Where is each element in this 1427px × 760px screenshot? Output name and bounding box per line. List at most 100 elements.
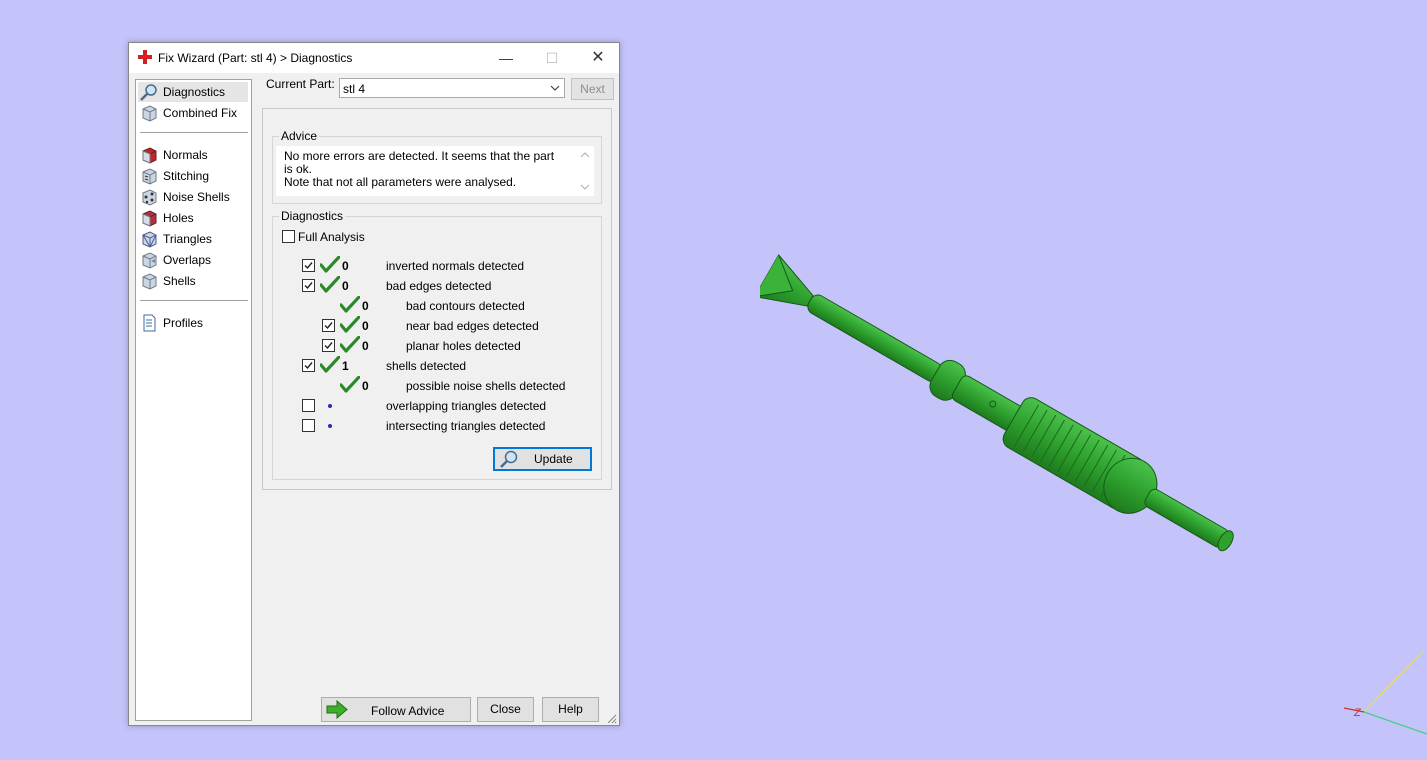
ok-check-icon — [320, 256, 340, 273]
sidebar-item-profiles[interactable]: Profiles — [138, 313, 248, 333]
pending-dot-icon — [328, 424, 332, 428]
checkmark-icon — [324, 342, 333, 350]
diagnostic-checkbox[interactable] — [302, 399, 315, 412]
document-icon — [143, 314, 156, 332]
diagnostic-label: bad edges detected — [386, 279, 492, 293]
maximize-button[interactable]: ☐ — [529, 43, 575, 73]
sidebar-item-label: Combined Fix — [163, 106, 238, 120]
close-window-button[interactable]: ✕ — [575, 43, 621, 73]
diagnostic-checkbox[interactable] — [322, 339, 335, 352]
full-analysis-checkbox[interactable] — [282, 230, 295, 243]
diagnostic-checkbox[interactable] — [302, 419, 315, 432]
advice-group-title: Advice — [279, 129, 320, 143]
sidebar-item-stitching[interactable]: Stitching — [138, 166, 248, 186]
ok-check-icon — [340, 336, 360, 353]
follow-advice-button[interactable]: Follow Advice — [321, 697, 471, 722]
ok-check-icon — [340, 376, 360, 393]
magnifier-icon — [140, 84, 157, 101]
sidebar-item-label: Normals — [163, 148, 208, 162]
diagnostic-checkbox[interactable] — [322, 319, 335, 332]
sidebar-item-label: Triangles — [163, 232, 212, 246]
update-button[interactable]: Update — [493, 447, 592, 471]
sidebar-item-label: Stitching — [163, 169, 210, 183]
title-bar[interactable]: Fix Wizard (Part: stl 4) > Diagnostics —… — [129, 43, 619, 73]
next-button[interactable]: Next — [571, 78, 614, 100]
minimize-button[interactable]: — — [483, 43, 529, 73]
green-arrow-icon — [326, 700, 348, 719]
noise-shells-icon — [142, 189, 157, 206]
sidebar-item-noise-shells[interactable]: Noise Shells — [138, 187, 248, 207]
diagnostic-label: bad contours detected — [406, 299, 525, 313]
red-cross-icon — [138, 50, 152, 64]
sidebar-item-normals[interactable]: Normals — [138, 145, 248, 165]
resize-grip-icon[interactable] — [607, 714, 617, 724]
overlaps-cube-icon — [142, 252, 157, 269]
sidebar-item-label: Holes — [163, 211, 194, 225]
3d-model-part — [760, 254, 1234, 552]
diagnostic-count: 0 — [362, 299, 369, 313]
checkmark-icon — [304, 262, 313, 270]
diagnostic-count: 0 — [362, 319, 369, 333]
holes-cube-icon — [142, 210, 157, 227]
sidebar-item-holes[interactable]: Holes — [138, 208, 248, 228]
diagnostic-label: overlapping triangles detected — [386, 399, 547, 413]
stitching-cube-icon — [142, 168, 157, 185]
current-part-select[interactable]: stl 4 — [339, 78, 565, 98]
3d-model-view[interactable] — [760, 240, 1320, 580]
sidebar-item-overlaps[interactable]: Overlaps — [138, 250, 248, 270]
diagnostic-checkbox[interactable] — [302, 359, 315, 372]
diagnostic-label: shells detected — [386, 359, 467, 373]
diagnostic-count: 0 — [362, 339, 369, 353]
diagnostics-group-title: Diagnostics — [279, 209, 346, 223]
shells-cube-icon — [142, 273, 157, 290]
ok-check-icon — [340, 296, 360, 313]
sidebar-item-triangles[interactable]: Triangles — [138, 229, 248, 249]
full-analysis-label: Full Analysis — [298, 230, 365, 244]
triangles-cube-icon — [142, 231, 157, 248]
diagnostic-label: possible noise shells detected — [406, 379, 566, 393]
sidebar-item-diagnostics[interactable]: Diagnostics — [138, 82, 248, 102]
sidebar-item-label: Noise Shells — [163, 190, 230, 204]
sidebar-item-label: Diagnostics — [163, 85, 226, 99]
checkmark-icon — [304, 362, 313, 370]
current-part-value: stl 4 — [343, 82, 366, 96]
diagnostic-label: intersecting triangles detected — [386, 419, 546, 433]
sidebar-divider — [140, 300, 248, 301]
follow-advice-label: Follow Advice — [371, 704, 445, 718]
sidebar-item-label: Shells — [163, 274, 196, 288]
diagnostic-label: near bad edges detected — [406, 319, 539, 333]
sidebar-divider — [140, 132, 248, 133]
update-label: Update — [534, 452, 573, 466]
sidebar-item-label: Profiles — [163, 316, 204, 330]
ok-check-icon — [340, 316, 360, 333]
sidebar-item-shells[interactable]: Shells — [138, 271, 248, 291]
diagnostic-label: inverted normals detected — [386, 259, 525, 273]
z-axis-label: Z — [1353, 707, 1362, 719]
sidebar-item-label: Overlaps — [163, 253, 212, 267]
checkmark-icon — [304, 282, 313, 290]
magnifier-icon — [500, 450, 518, 468]
sidebar: Diagnostics Combined Fix Normals Stitchi… — [135, 79, 252, 721]
diagnostic-checkbox[interactable] — [302, 259, 315, 272]
close-button[interactable]: Close — [477, 697, 534, 722]
sidebar-item-combined-fix[interactable]: Combined Fix — [138, 103, 248, 123]
advice-text: No more errors are detected. It seems th… — [284, 149, 555, 189]
window-title: Fix Wizard (Part: stl 4) > Diagnostics — [158, 51, 353, 65]
diagnostic-count: 0 — [342, 279, 349, 293]
checkmark-icon — [324, 322, 333, 330]
diagnostic-count: 0 — [362, 379, 369, 393]
advice-textbox: No more errors are detected. It seems th… — [276, 146, 594, 196]
advice-scrollbar[interactable] — [578, 149, 592, 193]
pending-dot-icon — [328, 404, 332, 408]
diagnostic-checkbox[interactable] — [302, 279, 315, 292]
ok-check-icon — [320, 276, 340, 293]
diagnostic-count: 1 — [342, 359, 349, 373]
normals-cube-icon — [142, 147, 157, 164]
ok-check-icon — [320, 356, 340, 373]
cube-icon — [142, 105, 157, 122]
axis-triad-icon: Z — [1343, 649, 1427, 735]
help-button[interactable]: Help — [542, 697, 599, 722]
diagnostic-label: planar holes detected — [406, 339, 521, 353]
diagnostic-count: 0 — [342, 259, 349, 273]
chevron-down-icon — [550, 85, 560, 91]
